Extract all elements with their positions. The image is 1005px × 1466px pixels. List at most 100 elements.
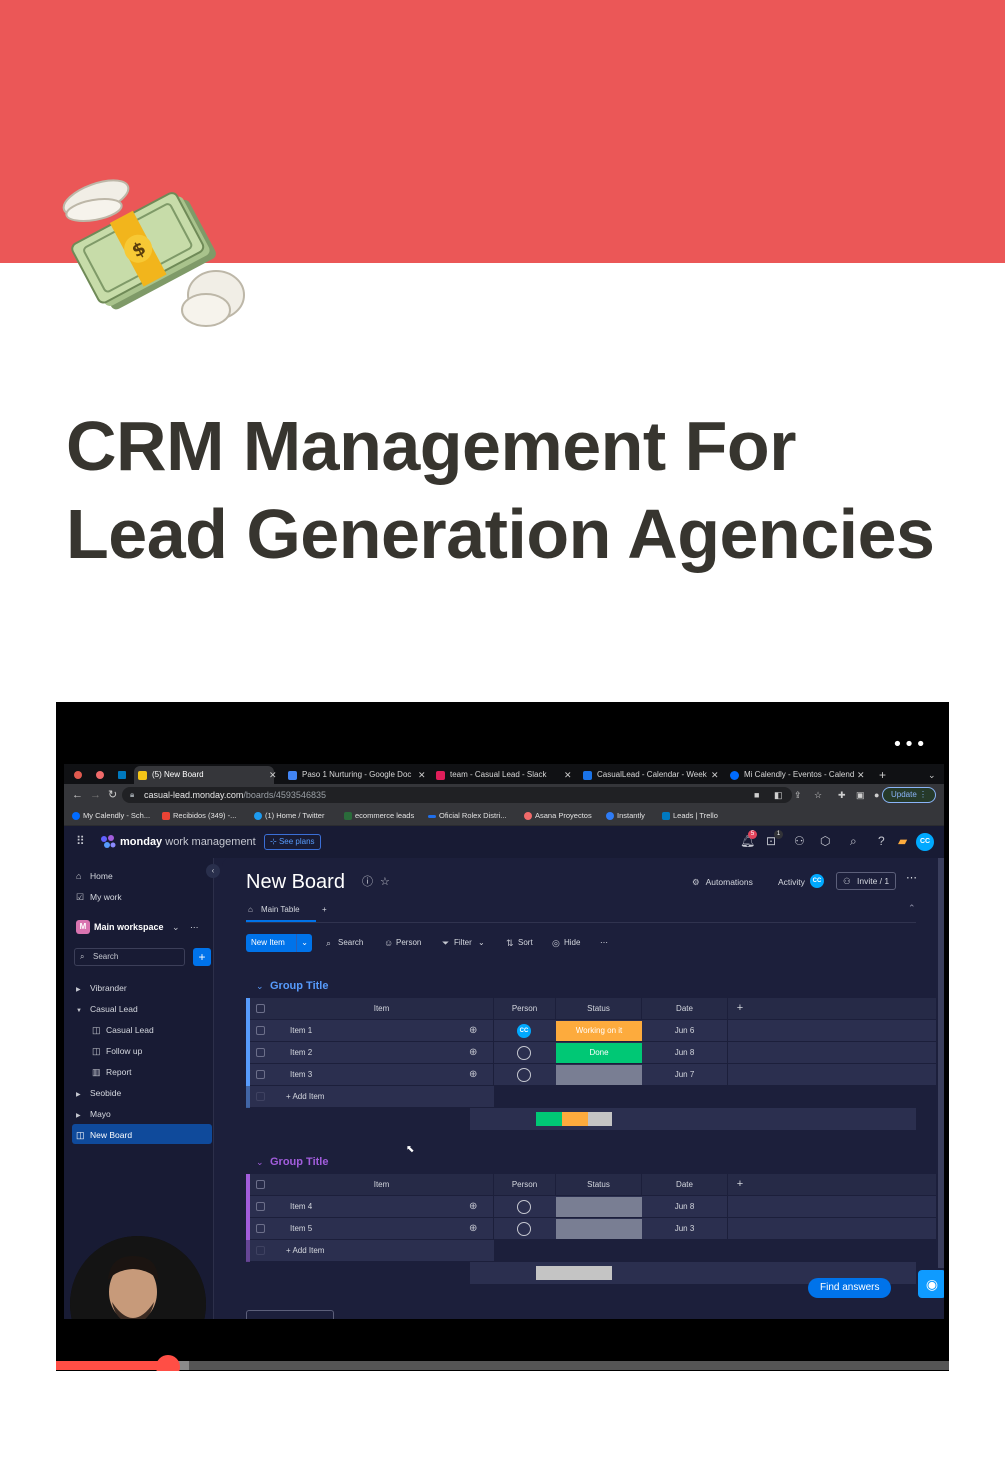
translate-icon[interactable]: ◧ <box>774 786 783 804</box>
column-header-date[interactable]: Date <box>642 998 728 1019</box>
group-title[interactable]: Group Title <box>270 979 328 993</box>
tab-list-chevron-icon[interactable]: ⌄ <box>928 766 936 784</box>
select-all-checkbox[interactable] <box>256 1180 265 1189</box>
table-row[interactable]: Item 5 ⊕ Jun 3 <box>246 1218 936 1240</box>
more-toolbar-icon[interactable]: ⋯ <box>600 937 608 949</box>
board-scrollbar[interactable] <box>938 858 944 1268</box>
browser-tab[interactable]: (5) New Board <box>134 766 274 784</box>
date-cell[interactable]: Jun 7 <box>642 1064 728 1085</box>
bookmark-item[interactable]: Leads | Trello <box>662 810 718 822</box>
update-button[interactable]: Update ⋮ <box>881 787 936 803</box>
status-cell[interactable] <box>556 1065 642 1085</box>
pinned-tab-icon[interactable] <box>74 771 82 779</box>
column-header-status[interactable]: Status <box>556 998 642 1019</box>
new-item-button[interactable]: New Item ⌄ <box>246 934 312 952</box>
add-update-icon[interactable]: ⊕ <box>469 1068 477 1082</box>
add-update-icon[interactable]: ⊕ <box>469 1024 477 1038</box>
column-header-item[interactable]: Item <box>270 998 494 1019</box>
sort-button[interactable]: ⇅ Sort <box>506 937 533 949</box>
trello-tab-icon[interactable] <box>118 771 126 779</box>
add-update-icon[interactable]: ⊕ <box>469 1046 477 1060</box>
bookmark-item[interactable]: (1) Home / Twitter <box>254 810 324 822</box>
filter-button[interactable]: ⏷ Filter ⌄ <box>442 937 485 949</box>
column-header-item[interactable]: Item <box>270 1174 494 1195</box>
item-name[interactable]: Item 5 <box>246 1218 494 1239</box>
workspace-selector[interactable]: Main workspace ⌄ <box>94 920 180 934</box>
item-name[interactable]: Item 3 <box>246 1064 494 1085</box>
close-tab-icon[interactable]: ✕ <box>269 766 277 784</box>
empty-person-icon[interactable] <box>517 1200 531 1214</box>
invite-button[interactable]: ⚇ Invite / 1 <box>836 872 897 890</box>
column-header-date[interactable]: Date <box>642 1174 728 1195</box>
new-tab-button[interactable]: + <box>879 766 886 784</box>
bookmark-star-icon[interactable]: ☆ <box>814 786 822 804</box>
video-menu-button[interactable]: ••• <box>892 734 927 755</box>
group-title[interactable]: Group Title <box>270 1155 328 1169</box>
column-header-status[interactable]: Status <box>556 1174 642 1195</box>
search-icon[interactable]: ⌕ <box>850 834 857 848</box>
browser-tab[interactable]: team - Casual Lead - Slack <box>432 766 560 784</box>
status-cell[interactable] <box>556 1197 642 1217</box>
column-header-person[interactable]: Person <box>494 1174 556 1195</box>
column-header-person[interactable]: Person <box>494 998 556 1019</box>
bookmark-item[interactable]: Asana Proyectos <box>524 810 592 822</box>
activity-button[interactable]: Activity <box>778 876 805 888</box>
reload-icon[interactable]: ↻ <box>108 786 117 804</box>
board-title[interactable]: New Board <box>246 870 345 894</box>
item-name[interactable]: Item 2 <box>246 1042 494 1063</box>
empty-person-icon[interactable] <box>517 1068 531 1082</box>
info-icon[interactable]: ⓘ <box>362 876 373 888</box>
table-row[interactable]: Item 4 ⊕ Jun 8 <box>246 1196 936 1218</box>
browser-tab[interactable]: Mi Calendly - Eventos - Calend <box>726 766 856 784</box>
add-column-button[interactable]: + <box>728 1174 752 1195</box>
sidebar-search-input[interactable]: ⌕ Search <box>74 948 185 966</box>
find-answers-button[interactable]: Find answers <box>808 1278 892 1298</box>
board-menu-icon[interactable]: ⋯ <box>906 872 917 884</box>
add-board-button[interactable]: + <box>193 948 211 966</box>
favorite-star-icon[interactable]: ☆ <box>380 876 390 888</box>
group-collapse-chevron-icon[interactable]: ⌄ <box>256 1155 264 1169</box>
sidebar-item-follow-up[interactable]: ◫ Follow up <box>92 1045 142 1057</box>
sidebar-item-report[interactable]: ▥ Report <box>92 1066 132 1078</box>
date-cell[interactable]: Jun 3 <box>642 1218 728 1239</box>
sidebar-item-seobide[interactable]: ▶ Seobide <box>76 1087 121 1099</box>
empty-person-icon[interactable] <box>517 1222 531 1236</box>
hide-button[interactable]: ◎ Hide <box>552 937 580 949</box>
sidebar-item-mayo[interactable]: ▶ Mayo <box>76 1108 111 1120</box>
asana-tab-icon[interactable] <box>96 771 104 779</box>
date-cell[interactable]: Jun 8 <box>642 1042 728 1063</box>
close-tab-icon[interactable]: ✕ <box>857 766 865 784</box>
close-tab-icon[interactable]: ✕ <box>418 766 426 784</box>
sidebar-item-casual-lead-board[interactable]: ◫ Casual Lead <box>92 1024 154 1036</box>
person-avatar[interactable]: CC <box>517 1024 531 1038</box>
help-center-icon[interactable]: ◉ <box>918 1270 944 1298</box>
browser-tab[interactable]: CasualLead - Calendar - Week <box>579 766 709 784</box>
monday-brand[interactable]: monday work management <box>120 835 256 849</box>
user-avatar[interactable]: CC <box>916 833 934 851</box>
workspace-menu-icon[interactable]: ⋯ <box>190 921 199 933</box>
sidebar-item-casual-lead-folder[interactable]: ▼ Casual Lead <box>76 1003 138 1015</box>
sidepanel-icon[interactable]: ▣ <box>856 786 865 804</box>
group-collapse-chevron-icon[interactable]: ⌄ <box>256 979 264 993</box>
monday-products-icon[interactable]: ▰ <box>898 834 907 848</box>
browser-tab[interactable]: Paso 1 Nurturing - Google Doc <box>284 766 416 784</box>
date-cell[interactable]: Jun 6 <box>642 1020 728 1041</box>
app-switcher-icon[interactable]: ⠿ <box>76 835 88 847</box>
collapse-header-icon[interactable]: ⌃ <box>908 902 916 914</box>
help-icon[interactable]: ? <box>878 834 885 848</box>
profile-avatar-icon[interactable]: ● <box>874 786 879 804</box>
table-row[interactable]: Item 1 ⊕ CC Working on it Jun 6 <box>246 1020 936 1042</box>
add-item-row[interactable]: + Add Item <box>246 1240 494 1262</box>
table-row[interactable]: Item 2 ⊕ Done Jun 8 <box>246 1042 936 1064</box>
person-filter-button[interactable]: ☺ Person <box>384 937 421 949</box>
empty-person-icon[interactable] <box>517 1046 531 1060</box>
table-row[interactable]: Item 3 ⊕ Jun 7 <box>246 1064 936 1086</box>
forward-icon[interactable]: → <box>90 786 101 804</box>
collapse-sidebar-button[interactable]: ‹ <box>206 864 220 878</box>
add-item-row[interactable]: + Add Item <box>246 1086 494 1108</box>
add-view-button[interactable]: + <box>322 904 327 916</box>
add-group-button[interactable] <box>246 1310 334 1319</box>
status-cell[interactable]: Done <box>556 1043 642 1063</box>
sidebar-item-new-board[interactable]: ◫ New Board <box>76 1129 132 1141</box>
chevron-down-icon[interactable]: ⌄ <box>296 934 308 952</box>
